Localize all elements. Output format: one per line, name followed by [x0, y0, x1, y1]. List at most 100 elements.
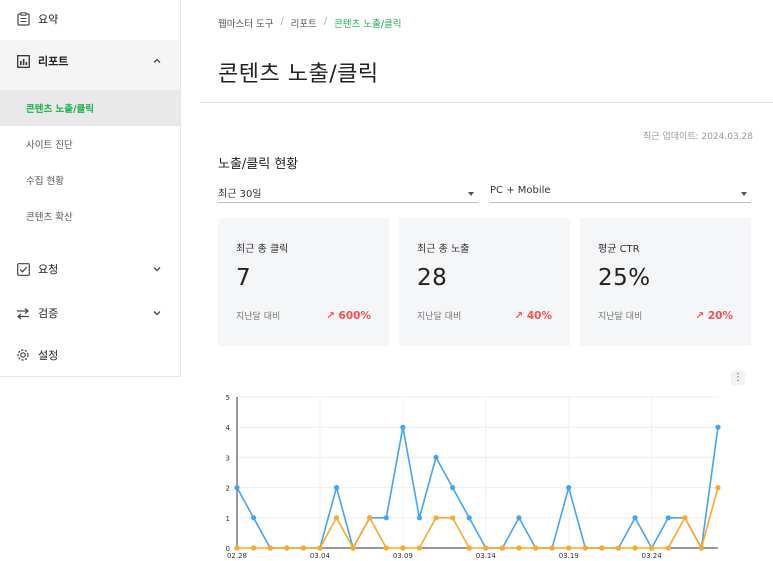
last-updated-text: 최근 업데이트: 2024.03.28 — [643, 132, 753, 142]
data-point — [516, 515, 522, 521]
sidebar-subitem-content-spread[interactable]: 콘텐츠 확산 — [0, 198, 180, 234]
data-point — [483, 545, 489, 551]
data-point — [698, 545, 705, 551]
breadcrumb-separator: / — [323, 16, 328, 27]
data-point — [665, 545, 671, 551]
stat-card-label: 최근 총 노출 — [417, 244, 470, 255]
data-point — [416, 545, 423, 551]
data-point — [665, 515, 671, 521]
sidebar-item-settings[interactable]: 설정 — [0, 344, 180, 366]
sidebar-subitem-label: 콘텐츠 노출/클릭 — [26, 104, 94, 115]
data-point — [234, 545, 240, 551]
sidebar-subitem-site-diagnosis[interactable]: 사이트 진단 — [0, 126, 180, 162]
sidebar-subitem-label: 콘텐츠 확산 — [26, 212, 73, 223]
y-tick-label: 5 — [226, 394, 230, 402]
bar-chart-icon — [16, 54, 30, 68]
data-point — [632, 515, 638, 521]
breadcrumb: 웹마스터 도구 / 리포트 / 콘텐츠 노출/클릭 — [218, 16, 402, 30]
stat-card-footer: 지난달 대비 ↗ 20% — [598, 309, 733, 323]
period-select[interactable]: 최근 30일 — [218, 185, 478, 203]
sidebar-item-verify[interactable]: 검증 — [0, 302, 180, 324]
device-select-value: PC + Mobile — [490, 185, 551, 196]
sidebar-item-label: 설정 — [38, 349, 59, 362]
swap-icon — [16, 306, 30, 320]
data-point — [582, 545, 588, 551]
sidebar-item-request[interactable]: 요청 — [0, 258, 180, 280]
data-point — [715, 485, 721, 491]
section-title: 노출/클릭 현황 — [218, 157, 299, 172]
data-point — [350, 545, 356, 551]
breadcrumb-item-report[interactable]: 리포트 — [291, 16, 317, 30]
data-point — [466, 515, 472, 521]
sidebar-item-report[interactable]: 리포트 — [0, 50, 180, 72]
sidebar-subitem-label: 사이트 진단 — [26, 140, 73, 151]
sidebar-subitem-collection-status[interactable]: 수집 현황 — [0, 162, 180, 198]
period-select-value: 최근 30일 — [218, 189, 262, 200]
check-square-icon — [16, 262, 30, 276]
x-tick-label: 03.14 — [476, 552, 497, 560]
y-tick-label: 2 — [226, 485, 230, 493]
data-point — [284, 545, 290, 551]
sidebar-subitem-content-impressions[interactable]: 콘텐츠 노출/클릭 — [0, 90, 180, 126]
data-point — [317, 545, 323, 551]
data-point — [300, 545, 306, 551]
caret-down-icon — [468, 192, 474, 196]
stat-card-clicks: 최근 총 클릭 7 지난달 대비 ↗ 600% — [218, 218, 389, 346]
data-point — [599, 545, 605, 551]
x-tick-label: 03.04 — [310, 552, 331, 560]
stat-card-value: 28 — [417, 265, 448, 291]
sidebar-subitem-label: 수집 현황 — [26, 176, 64, 187]
data-point — [715, 424, 721, 430]
sidebar-item-label: 요약 — [38, 13, 59, 26]
data-point — [466, 545, 472, 551]
breadcrumb-item-webmaster[interactable]: 웹마스터 도구 — [218, 16, 273, 30]
page-title: 콘텐츠 노출/클릭 — [218, 62, 379, 87]
chart-menu-button[interactable]: ⋮ — [731, 371, 745, 385]
data-point — [532, 545, 539, 551]
chevron-down-icon — [152, 264, 162, 274]
clipboard-icon — [16, 12, 30, 26]
data-point — [267, 545, 273, 551]
stat-card-label: 평균 CTR — [598, 244, 640, 255]
data-point — [333, 485, 340, 491]
stat-card-compare-label: 지난달 대비 — [236, 312, 281, 322]
stat-card-delta: ↗ 600% — [326, 309, 371, 322]
y-tick-label: 1 — [226, 515, 230, 523]
data-point — [416, 515, 423, 521]
chevron-down-icon — [152, 308, 162, 318]
x-tick-label: 03.24 — [642, 552, 663, 560]
breadcrumb-item-current: 콘텐츠 노출/클릭 — [334, 19, 402, 30]
data-point — [549, 545, 555, 551]
y-tick-label: 3 — [226, 454, 230, 462]
data-point — [450, 485, 456, 491]
data-point — [649, 545, 655, 551]
caret-down-icon — [741, 192, 747, 196]
data-point — [250, 545, 257, 551]
data-point — [566, 545, 572, 551]
stat-card-value: 7 — [236, 265, 252, 291]
data-point — [566, 485, 572, 491]
data-point — [433, 454, 439, 460]
data-point — [682, 515, 688, 521]
data-point — [383, 515, 389, 521]
stat-card-label: 최근 총 클릭 — [236, 244, 289, 255]
stat-card-delta: ↗ 20% — [695, 309, 733, 322]
data-point — [499, 545, 505, 551]
stat-card-value: 25% — [598, 265, 651, 291]
data-point — [250, 515, 257, 521]
gear-icon — [16, 348, 30, 362]
data-point — [400, 545, 406, 551]
data-point — [383, 545, 389, 551]
x-tick-label: 03.09 — [393, 552, 413, 560]
device-select[interactable]: PC + Mobile — [490, 185, 751, 203]
data-point — [632, 545, 638, 551]
stat-card-compare-label: 지난달 대비 — [598, 312, 643, 322]
data-point — [234, 485, 240, 491]
x-tick-label: 03.19 — [559, 552, 579, 560]
header-divider — [200, 102, 773, 103]
sidebar-item-label: 검증 — [38, 307, 59, 320]
data-point — [433, 515, 439, 521]
y-tick-label: 4 — [226, 424, 231, 432]
sidebar-item-summary[interactable]: 요약 — [0, 8, 180, 30]
stat-card-compare-label: 지난달 대비 — [417, 312, 462, 322]
